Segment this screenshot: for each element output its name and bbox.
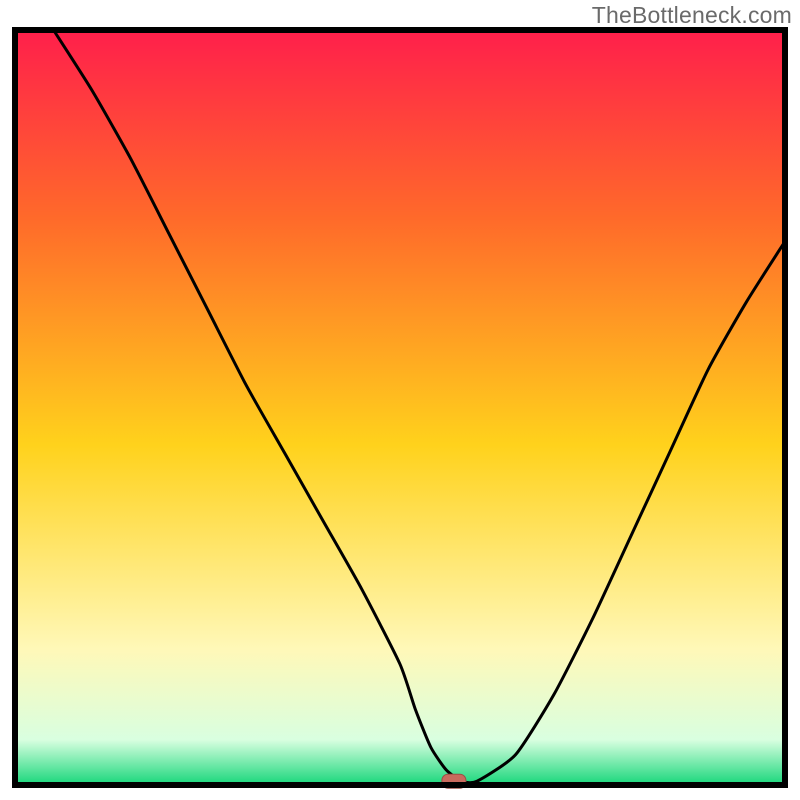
- watermark-text: TheBottleneck.com: [592, 2, 792, 29]
- chart-container: TheBottleneck.com: [0, 0, 800, 800]
- plot-background: [15, 30, 785, 785]
- bottleneck-chart: [0, 0, 800, 800]
